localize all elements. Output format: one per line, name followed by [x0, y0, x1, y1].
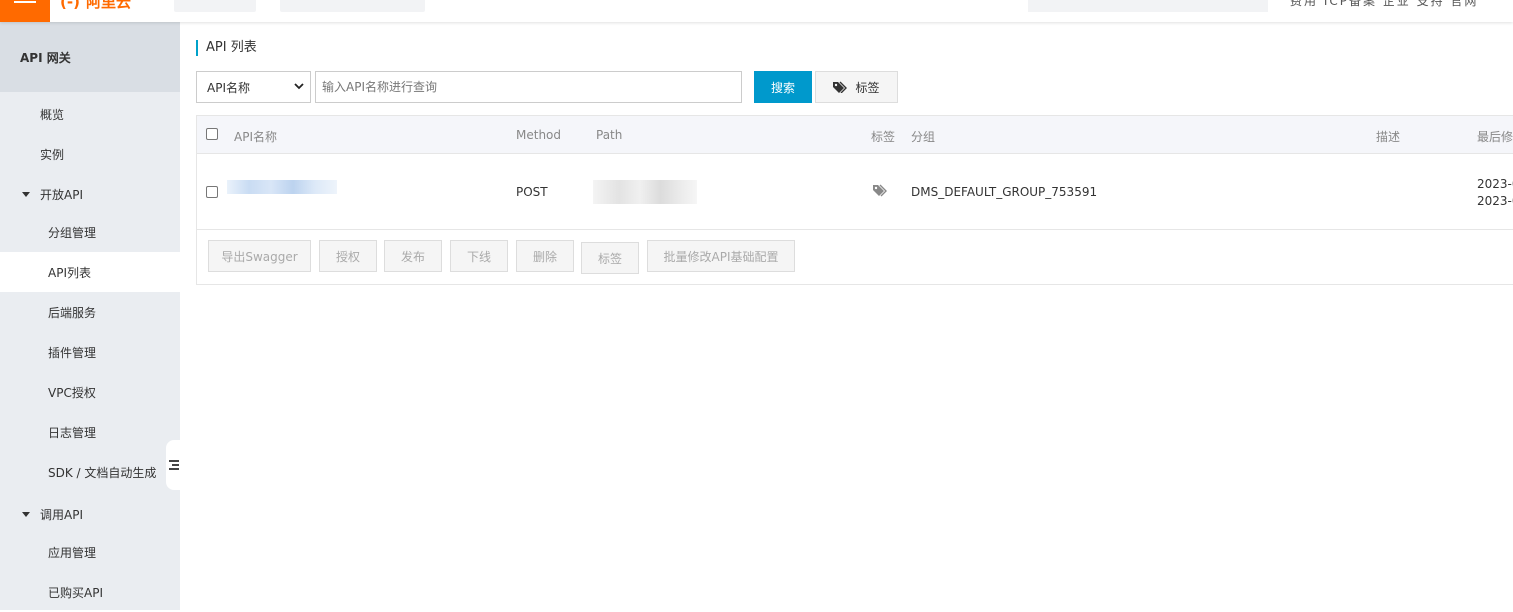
sidebar-section-call-api[interactable]: 调用API [0, 494, 180, 534]
row-checkbox[interactable] [206, 186, 218, 198]
row-created: 2023-0 [1477, 194, 1513, 208]
sidebar-item-label: VPC授权 [48, 385, 96, 400]
delete-button[interactable]: 删除 [516, 240, 574, 272]
aliyun-logo[interactable]: (-) 阿里云 [60, 0, 131, 12]
sidebar-item-instances[interactable]: 实例 [0, 134, 180, 174]
sidebar: API 网关 概览 实例 开放API 分组管理 API列表 后端服务 插件管理 … [0, 22, 180, 610]
search-field-select[interactable]: API名称 [196, 71, 311, 103]
sidebar-item-app-management[interactable]: 应用管理 [0, 532, 180, 572]
row-group[interactable]: DMS_DEFAULT_GROUP_753591 [911, 185, 1097, 199]
region-selector[interactable] [280, 0, 425, 12]
caret-down-icon [22, 511, 30, 517]
top-navbar: (-) 阿里云 费用 ICP备案 企业 支持 官网 [0, 0, 1513, 22]
column-path: Path [596, 128, 623, 142]
sidebar-item-label: 分组管理 [48, 225, 97, 240]
sidebar-item-backend-services[interactable]: 后端服务 [0, 292, 180, 332]
sidebar-item-group-management[interactable]: 分组管理 [0, 212, 180, 252]
batch-action-bar: 导出Swagger 授权 发布 下线 删除 标签 批量修改API基础配置 [197, 230, 1513, 285]
logo-text: 阿里云 [86, 0, 132, 11]
sidebar-item-label: SDK / 文档自动生成 [48, 465, 157, 480]
sidebar-item-label: 应用管理 [48, 545, 97, 560]
sidebar-item-logs[interactable]: 日志管理 [0, 412, 180, 452]
sidebar-item-vpc-auth[interactable]: VPC授权 [0, 372, 180, 412]
sidebar-item-plugins[interactable]: 插件管理 [0, 332, 180, 372]
page-title: API 列表 [196, 40, 257, 56]
row-last-modified: 2023-0 [1477, 177, 1513, 191]
sidebar-item-label: 实例 [40, 147, 65, 162]
sidebar-item-label: 已购买API [48, 585, 103, 600]
menu-icon[interactable] [0, 0, 50, 22]
tag-icon [833, 81, 848, 93]
tag-filter-label: 标签 [855, 80, 880, 95]
sidebar-item-label: 插件管理 [48, 345, 97, 360]
publish-button[interactable]: 发布 [384, 240, 442, 272]
column-method: Method [516, 128, 562, 142]
sidebar-item-api-list[interactable]: API列表 [0, 252, 180, 292]
sidebar-title: API 网关 [0, 22, 180, 92]
sidebar-item-overview[interactable]: 概览 [0, 94, 180, 134]
row-method: POST [516, 185, 548, 199]
offline-button[interactable]: 下线 [450, 240, 508, 272]
tag-icon[interactable] [873, 184, 889, 198]
table-row: POST DMS_DEFAULT_GROUP_753591 2023-0 202… [197, 154, 1513, 230]
api-table: API名称 Method Path 标签 分组 描述 最后修 POST DMS_… [196, 115, 1513, 285]
search-button[interactable]: 搜索 [754, 71, 812, 103]
batch-edit-config-button[interactable]: 批量修改API基础配置 [647, 240, 795, 272]
select-all-checkbox[interactable] [206, 128, 218, 140]
column-tags: 标签 [871, 130, 896, 144]
sidebar-item-label: 概览 [40, 107, 65, 122]
caret-down-icon [22, 191, 30, 197]
sidebar-item-sdk-docs[interactable]: SDK / 文档自动生成 [0, 452, 180, 492]
column-last-modified[interactable]: 最后修 [1477, 128, 1513, 145]
sidebar-item-label: 日志管理 [48, 425, 97, 440]
table-header: API名称 Method Path 标签 分组 描述 最后修 [197, 116, 1513, 154]
column-group: 分组 [911, 130, 936, 144]
workbench-button[interactable] [174, 0, 256, 12]
batch-tag-button[interactable]: 标签 [581, 242, 639, 274]
sidebar-item-purchased-api[interactable]: 已购买API [0, 572, 180, 612]
column-description: 描述 [1376, 130, 1401, 144]
sidebar-item-label: 开放API [40, 187, 83, 202]
sidebar-item-label: 调用API [40, 507, 83, 522]
chevron-down-icon [294, 83, 304, 90]
column-api-name[interactable]: API名称 [234, 128, 277, 145]
global-search-input[interactable] [1028, 0, 1268, 12]
sidebar-item-label: API列表 [48, 265, 91, 280]
search-field-value: API名称 [207, 80, 250, 95]
api-name-link-redacted[interactable] [227, 180, 337, 194]
sidebar-section-open-api[interactable]: 开放API [0, 174, 180, 214]
api-path-redacted [593, 180, 697, 204]
authorize-button[interactable]: 授权 [319, 240, 377, 272]
top-links[interactable]: 费用 ICP备案 企业 支持 官网 [1290, 0, 1478, 9]
sidebar-collapse-icon[interactable] [166, 440, 182, 490]
search-input[interactable] [315, 71, 742, 103]
export-swagger-button[interactable]: 导出Swagger [208, 240, 311, 272]
tag-filter-button[interactable]: 标签 [815, 71, 898, 103]
sidebar-item-label: 后端服务 [48, 305, 97, 320]
